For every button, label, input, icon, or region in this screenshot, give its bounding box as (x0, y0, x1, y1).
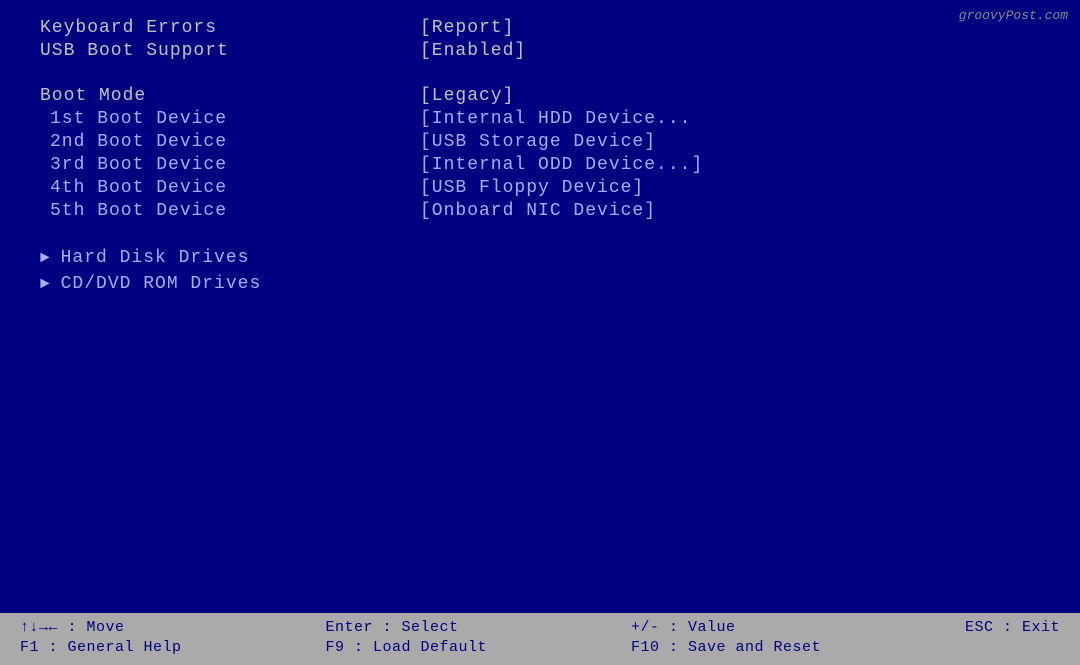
usb-boot-support-value: [Enabled] (420, 41, 526, 61)
boot-device-row-1[interactable]: 1st Boot Device [Internal HDD Device... (40, 109, 1040, 129)
drives-section: ► Hard Disk Drives ► CD/DVD ROM Drives (40, 248, 1040, 294)
boot-device-row-3[interactable]: 3rd Boot Device [Internal ODD Device...] (40, 155, 1040, 175)
footer-col4: ESC : Exit (965, 619, 1060, 639)
watermark: groovyPost.com (959, 8, 1068, 23)
footer-col1: ↑↓→← : Move F1 : General Help (20, 619, 182, 656)
boot-mode-row: Boot Mode [Legacy] (40, 86, 1040, 106)
boot-device-row-5[interactable]: 5th Boot Device [Onboard NIC Device] (40, 201, 1040, 221)
footer-value: +/- : Value (631, 619, 821, 636)
footer-move: ↑↓→← : Move (20, 619, 182, 636)
footer-save-reset: F10 : Save and Reset (631, 639, 821, 656)
bios-screen: groovyPost.com Keyboard Errors [Report] … (0, 0, 1080, 665)
boot-device-2-value: [USB Storage Device] (420, 132, 656, 152)
boot-device-4-value: [USB Floppy Device] (420, 178, 644, 198)
footer-load-default: F9 : Load Default (325, 639, 487, 656)
keyboard-errors-label: Keyboard Errors (40, 18, 217, 38)
cdvd-arrow-icon: ► (40, 275, 51, 293)
footer-exit: ESC : Exit (965, 619, 1060, 636)
boot-device-5-label: 5th Boot Device (40, 201, 227, 221)
boot-device-4-label: 4th Boot Device (40, 178, 227, 198)
boot-device-2-label: 2nd Boot Device (40, 132, 227, 152)
footer-select: Enter : Select (325, 619, 487, 636)
keyboard-errors-row: Keyboard Errors [Report] (40, 18, 1040, 38)
bottom-bar: ↑↓→← : Move F1 : General Help Enter : Se… (0, 613, 1080, 665)
boot-mode-value: [Legacy] (420, 86, 514, 106)
usb-boot-support-row: USB Boot Support [Enabled] (40, 41, 1040, 61)
footer-general-help: F1 : General Help (20, 639, 182, 656)
main-content: Keyboard Errors [Report] USB Boot Suppor… (0, 0, 1080, 613)
hard-disk-drives-item[interactable]: ► Hard Disk Drives (40, 248, 1040, 268)
footer-col3: +/- : Value F10 : Save and Reset (631, 619, 821, 656)
boot-device-1-label: 1st Boot Device (40, 109, 227, 129)
boot-device-1-value: [Internal HDD Device... (420, 109, 691, 129)
boot-mode-label: Boot Mode (40, 86, 146, 106)
boot-device-3-label: 3rd Boot Device (40, 155, 227, 175)
footer-col2: Enter : Select F9 : Load Default (325, 619, 487, 656)
cdvd-rom-drives-label: CD/DVD ROM Drives (61, 274, 262, 294)
keyboard-errors-value: [Report] (420, 18, 514, 38)
hard-disk-drives-label: Hard Disk Drives (61, 248, 250, 268)
usb-boot-support-label: USB Boot Support (40, 41, 229, 61)
boot-device-5-value: [Onboard NIC Device] (420, 201, 656, 221)
boot-device-3-value: [Internal ODD Device...] (420, 155, 703, 175)
boot-device-row-2[interactable]: 2nd Boot Device [USB Storage Device] (40, 132, 1040, 152)
hard-disk-arrow-icon: ► (40, 249, 51, 267)
cdvd-rom-drives-item[interactable]: ► CD/DVD ROM Drives (40, 274, 1040, 294)
boot-device-row-4[interactable]: 4th Boot Device [USB Floppy Device] (40, 178, 1040, 198)
